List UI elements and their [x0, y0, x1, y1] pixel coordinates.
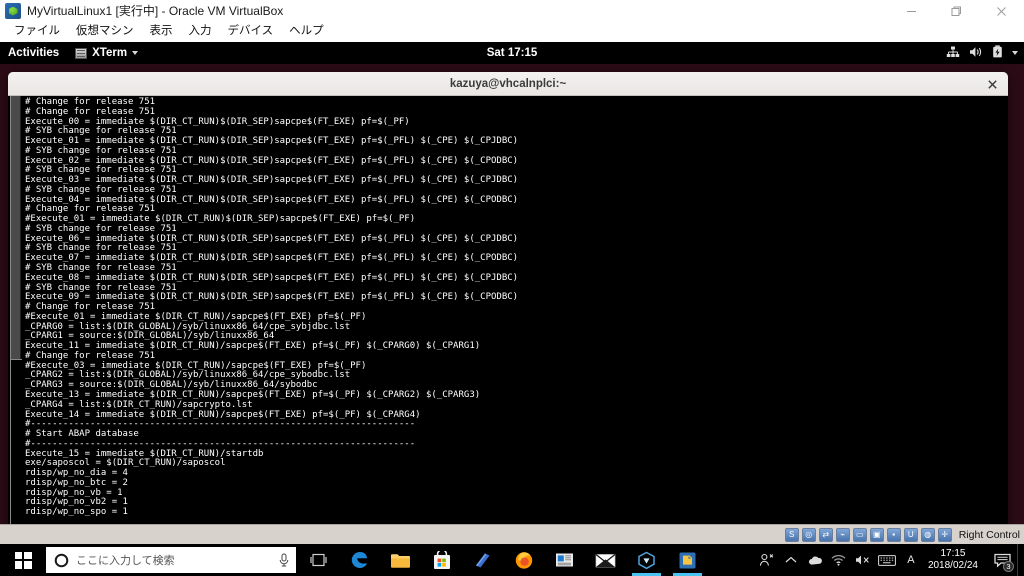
- mail-icon[interactable]: [585, 544, 626, 576]
- mouse-integration-icon[interactable]: U: [903, 527, 918, 542]
- virtualbox-vm-icon[interactable]: [667, 544, 708, 576]
- app-menu-label: XTerm: [92, 47, 128, 59]
- news-app-icon[interactable]: [544, 544, 585, 576]
- xterm-titlebar[interactable]: kazuya@vhcalnplci:~: [8, 72, 1008, 96]
- window-controls: [889, 0, 1024, 22]
- task-view-icon[interactable]: [298, 544, 339, 576]
- clock-date: 2018/02/24: [927, 560, 978, 571]
- terminal-line: rdisp/wp_no_btc = 2: [25, 477, 128, 488]
- volume-muted-icon[interactable]: [851, 544, 875, 576]
- minimize-icon[interactable]: [889, 0, 934, 22]
- scrollbar-thumb[interactable]: [11, 358, 22, 524]
- system-tray: A 17:15 2018/02/24 3: [755, 544, 1024, 576]
- search-placeholder: ここに入力して検索: [76, 555, 175, 567]
- menu-help[interactable]: ヘルプ: [281, 22, 332, 41]
- terminal-line: rdisp/wp_no_spo = 1: [25, 507, 128, 518]
- host-titlebar: MyVirtualLinux1 [実行中] - Oracle VM Virtua…: [0, 0, 1024, 22]
- scrollbar-track[interactable]: [10, 96, 22, 524]
- host-key-icon[interactable]: ✛: [937, 527, 952, 542]
- harddisk-icon[interactable]: S: [784, 527, 799, 542]
- restore-icon[interactable]: [934, 0, 979, 22]
- volume-icon: [969, 46, 983, 61]
- guest-screen: Activities XTerm Sat 17:15 kazuya@vhcaln…: [0, 42, 1024, 524]
- start-button[interactable]: [0, 544, 46, 576]
- xterm-icon: [75, 47, 88, 59]
- onenote-icon[interactable]: [462, 544, 503, 576]
- firefox-icon[interactable]: [503, 544, 544, 576]
- optical-disk-icon[interactable]: ◎: [801, 527, 816, 542]
- host-window-title: MyVirtualLinux1 [実行中] - Oracle VM Virtua…: [27, 4, 284, 18]
- menu-input[interactable]: 入力: [181, 22, 220, 41]
- microsoft-store-icon[interactable]: [421, 544, 462, 576]
- clock[interactable]: 17:15 2018/02/24: [923, 544, 987, 576]
- battery-icon: [992, 45, 1003, 61]
- menu-file[interactable]: ファイル: [6, 22, 68, 41]
- onedrive-icon[interactable]: [803, 544, 827, 576]
- virtualbox-host-window: MyVirtualLinux1 [実行中] - Oracle VM Virtua…: [0, 0, 1024, 576]
- chevron-down-icon: [132, 51, 139, 55]
- taskbar-app-list: [298, 544, 708, 576]
- wifi-icon[interactable]: [827, 544, 851, 576]
- close-icon[interactable]: [979, 0, 1024, 22]
- menu-devices[interactable]: デバイス: [220, 22, 282, 41]
- host-menubar: ファイル 仮想マシン 表示 入力 デバイス ヘルプ: [0, 22, 1024, 42]
- edge-browser-icon[interactable]: [339, 544, 380, 576]
- keyboard-ime-icon[interactable]: [875, 544, 899, 576]
- notification-count-badge: 3: [1003, 561, 1014, 572]
- panel-clock[interactable]: Sat 17:15: [0, 47, 1024, 59]
- terminal-line: rdisp/wp_no_dia = 4: [25, 468, 128, 479]
- recording-icon[interactable]: ▪: [886, 527, 901, 542]
- terminal-line: # Change for release 751: [25, 97, 156, 107]
- cortana-circle-icon: [54, 553, 69, 567]
- xterm-body: # Change for release 751 # Change for rel…: [8, 96, 1008, 524]
- vbox-status-bar: S ◎ ⇄ ⌁ ▭ ▣ ▪ U ◍ ✛ Right Control: [0, 524, 1024, 544]
- show-desktop-button[interactable]: [1017, 544, 1024, 576]
- terminal-scrollbar[interactable]: [9, 96, 22, 524]
- gnome-top-panel: Activities XTerm Sat 17:15: [0, 42, 1024, 64]
- clock-time: 17:15: [940, 548, 966, 559]
- close-icon[interactable]: [984, 76, 1000, 92]
- windows-logo-icon: [14, 551, 32, 569]
- globe-icon[interactable]: ◍: [920, 527, 935, 542]
- panel-status-area[interactable]: [946, 42, 1018, 64]
- microphone-icon[interactable]: [278, 553, 290, 568]
- app-menu-button[interactable]: XTerm: [69, 47, 144, 59]
- search-input[interactable]: ここに入力して検索: [46, 547, 296, 573]
- network-icon: [946, 46, 960, 61]
- network-adapter-icon[interactable]: ⇄: [818, 527, 833, 542]
- terminal-line: #---------------------------------------…: [25, 419, 416, 430]
- chevron-down-icon: [1012, 51, 1018, 55]
- xterm-window: kazuya@vhcalnplci:~ # Change for release…: [8, 72, 1008, 524]
- terminal-line: rdisp/wp_no_vb2 = 1: [25, 497, 128, 508]
- menu-view[interactable]: 表示: [142, 22, 181, 41]
- terminal-line: Execute_09 = immediate $(DIR_CT_RUN)$(DI…: [25, 292, 519, 303]
- menu-machine[interactable]: 仮想マシン: [68, 22, 142, 41]
- display-icon[interactable]: ▣: [869, 527, 884, 542]
- ime-mode-a-icon[interactable]: A: [899, 544, 923, 576]
- virtualbox-icon[interactable]: [626, 544, 667, 576]
- terminal-line: exe/saposcol = $(DIR_CT_RUN)/saposcol: [25, 458, 226, 469]
- xterm-title: kazuya@vhcalnplci:~: [449, 77, 567, 90]
- terminal-line: Execute_04 = immediate $(DIR_CT_RUN)$(DI…: [25, 194, 519, 205]
- activities-button[interactable]: Activities: [0, 42, 69, 64]
- virtualbox-icon: [5, 3, 21, 19]
- action-center-icon[interactable]: 3: [987, 544, 1017, 576]
- people-icon[interactable]: [755, 544, 779, 576]
- windows-taskbar: ここに入力して検索 A 17:15 2018/02/24 3: [0, 544, 1024, 576]
- terminal-line: Execute_11 = immediate $(DIR_CT_RUN)/sap…: [25, 341, 481, 352]
- host-key-label: Right Control: [958, 528, 1020, 541]
- usb-icon[interactable]: ⌁: [835, 527, 850, 542]
- shared-folder-icon[interactable]: ▭: [852, 527, 867, 542]
- terminal-output[interactable]: # Change for release 751 # Change for rel…: [22, 96, 1008, 524]
- file-explorer-icon[interactable]: [380, 544, 421, 576]
- terminal-line: rdisp/wp_no_vb = 1: [25, 487, 123, 498]
- show-hidden-icons-chevron-icon[interactable]: [779, 544, 803, 576]
